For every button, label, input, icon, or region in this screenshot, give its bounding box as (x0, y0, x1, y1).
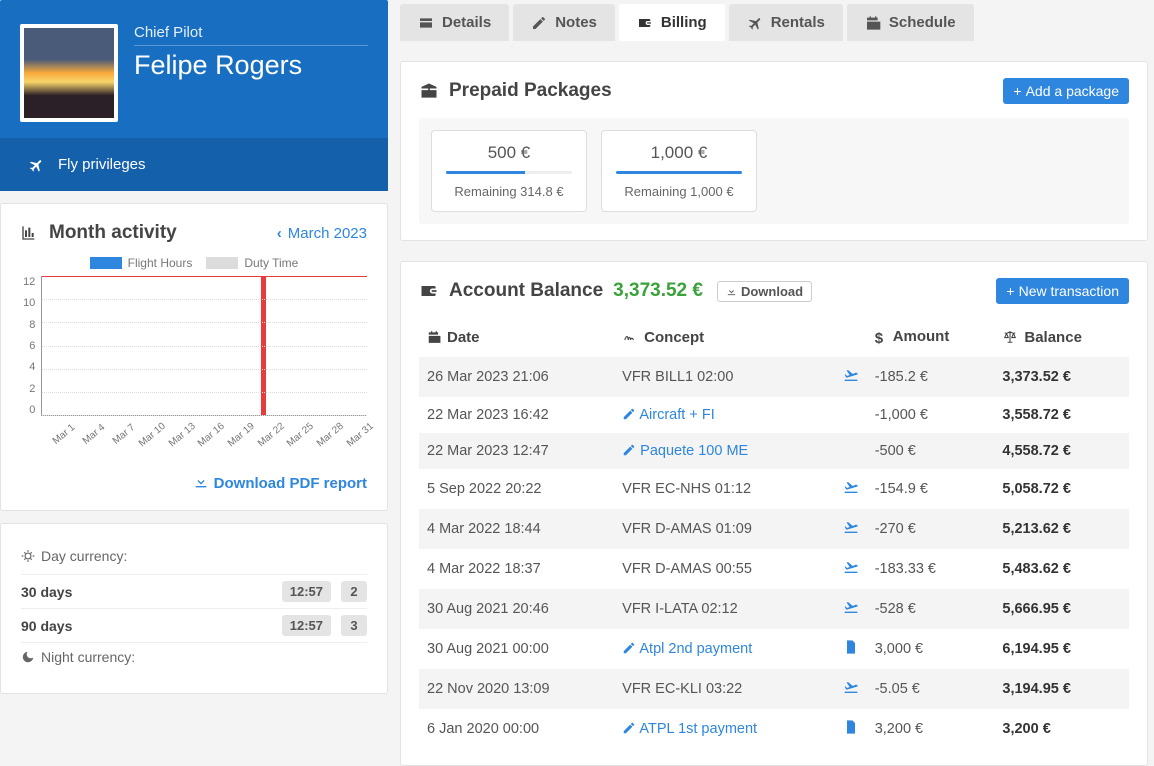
time-badge: 12:57 (282, 615, 331, 636)
document-icon[interactable] (843, 639, 859, 655)
new-transaction-button[interactable]: + New transaction (996, 278, 1129, 304)
month-selector[interactable]: ‹ March 2023 (277, 225, 367, 242)
download-icon (726, 286, 737, 297)
transactions-table: Date Concept $ Amount Balance 26 Mar 202… (419, 318, 1129, 749)
prepaid-packages-panel: Prepaid Packages + Add a package 500 €Re… (400, 61, 1148, 241)
table-row: 4 Mar 2022 18:37VFR D-AMAS 00:55-183.33 … (419, 549, 1129, 589)
currency-panel: Day currency: 30 days12:57290 days12:573… (0, 523, 388, 694)
month-activity-title: Month activity (21, 222, 177, 244)
table-row: 5 Sep 2022 20:22VFR EC-NHS 01:12-154.9 €… (419, 469, 1129, 509)
dollar-icon: $ (875, 330, 883, 347)
tab-schedule[interactable]: Schedule (847, 4, 974, 41)
signature-icon (622, 330, 638, 344)
profile-name: Felipe Rogers (134, 50, 368, 81)
tab-notes[interactable]: Notes (513, 4, 615, 41)
tab-rentals[interactable]: Rentals (729, 4, 843, 41)
plus-icon: + (1006, 283, 1014, 299)
moon-icon (21, 650, 35, 664)
balance-icon (1002, 330, 1018, 344)
table-row: 22 Mar 2023 12:47 Paquete 100 ME-500 €4,… (419, 433, 1129, 469)
billing-icon (637, 15, 653, 31)
rentals-icon (747, 15, 763, 31)
avatar (20, 24, 118, 122)
package-card[interactable]: 500 €Remaining 314.8 € (431, 130, 587, 212)
prepaid-packages-title: Prepaid Packages (419, 80, 612, 102)
chart-icon (21, 225, 37, 241)
details-icon (418, 15, 434, 31)
edit-icon (622, 641, 636, 655)
table-row: 22 Nov 2020 13:09VFR EC-KLI 03:22-5.05 €… (419, 669, 1129, 709)
sun-icon (21, 549, 35, 563)
tab-details[interactable]: Details (400, 4, 509, 41)
schedule-icon (865, 15, 881, 31)
edit-icon (622, 443, 636, 457)
account-balance-panel: Account Balance 3,373.52 € Download + Ne… (400, 261, 1148, 766)
package-card[interactable]: 1,000 €Remaining 1,000 € (601, 130, 757, 212)
account-balance-title: Account Balance 3,373.52 € Download (419, 280, 812, 302)
currency-row: 90 days12:573 (21, 611, 367, 640)
day-currency-label: Day currency: (21, 548, 367, 564)
takeoff-icon[interactable] (843, 519, 859, 535)
table-row: 22 Mar 2023 16:42 Aircraft + FI-1,000 €3… (419, 397, 1129, 433)
calendar-icon (427, 330, 441, 344)
count-badge: 2 (341, 581, 367, 602)
takeoff-icon[interactable] (843, 367, 859, 383)
concept-link[interactable]: ATPL 1st payment (622, 721, 757, 737)
table-row: 6 Jan 2020 00:00 ATPL 1st payment3,200 €… (419, 709, 1129, 749)
tab-billing[interactable]: Billing (619, 4, 725, 41)
package-icon (419, 81, 439, 101)
notes-icon (531, 15, 547, 31)
takeoff-icon[interactable] (843, 679, 859, 695)
balance-value: 3,373.52 € (613, 280, 703, 302)
month-activity-panel: Month activity ‹ March 2023 Flight Hours… (0, 203, 388, 511)
time-badge: 12:57 (282, 581, 331, 602)
concept-link[interactable]: Aircraft + FI (622, 407, 715, 423)
table-row: 30 Aug 2021 20:46VFR I-LATA 02:12-528 €5… (419, 589, 1129, 629)
chart-legend: Flight Hours Duty Time (21, 256, 367, 270)
download-pdf-link[interactable]: Download PDF report (21, 474, 367, 492)
takeoff-icon[interactable] (843, 599, 859, 615)
edit-icon (622, 407, 636, 421)
activity-chart: 121086420 Mar 1Mar 4Mar 7Mar 10Mar 13Mar… (21, 276, 367, 456)
fly-privileges-button[interactable]: Fly privileges (0, 138, 388, 191)
edit-icon (622, 721, 636, 735)
wallet-icon (419, 281, 439, 301)
concept-link[interactable]: Paquete 100 ME (622, 443, 748, 459)
table-row: 4 Mar 2022 18:44VFR D-AMAS 01:09-270 €5,… (419, 509, 1129, 549)
currency-row: 30 days12:572 (21, 577, 367, 606)
document-icon[interactable] (843, 719, 859, 735)
takeoff-icon[interactable] (843, 479, 859, 495)
plus-icon: + (1013, 83, 1021, 99)
chevron-left-icon: ‹ (277, 225, 282, 242)
table-row: 30 Aug 2021 00:00 Atpl 2nd payment3,000 … (419, 629, 1129, 669)
add-package-button[interactable]: + Add a package (1003, 78, 1129, 104)
takeoff-icon[interactable] (843, 559, 859, 575)
profile-card: Chief Pilot Felipe Rogers Fly privileges (0, 0, 388, 191)
download-button[interactable]: Download (717, 281, 812, 302)
table-row: 26 Mar 2023 21:06VFR BILL1 02:00-185.2 €… (419, 357, 1129, 397)
tabs: DetailsNotesBillingRentalsSchedule (400, 0, 1148, 41)
count-badge: 3 (341, 615, 367, 636)
download-icon (193, 474, 209, 490)
concept-link[interactable]: Atpl 2nd payment (622, 641, 752, 657)
night-currency-label: Night currency: (21, 649, 367, 665)
profile-role: Chief Pilot (134, 24, 368, 46)
plane-icon (28, 157, 44, 173)
